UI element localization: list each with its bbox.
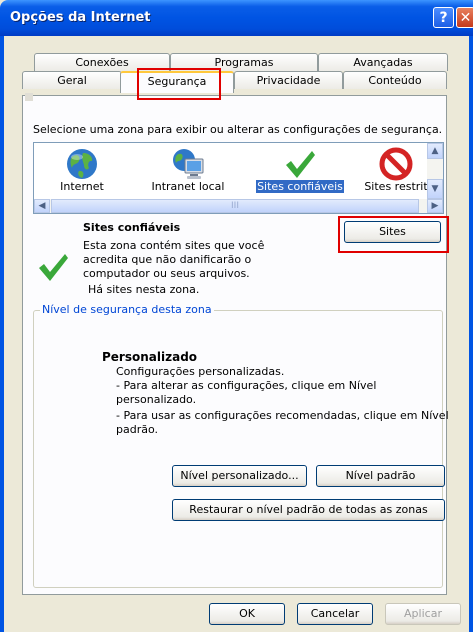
window-frame-right <box>469 36 473 632</box>
restore-all-zones-button[interactable]: Restaurar o nível padrão de todas as zon… <box>172 499 445 521</box>
button-label: Nível personalizado... <box>180 469 299 482</box>
checkmark-icon <box>286 151 315 178</box>
zone-list-horizontal-scrollbar[interactable]: ◀ III ▶ <box>34 199 443 213</box>
panel-marker <box>25 93 33 101</box>
button-label: Nível padrão <box>345 469 416 482</box>
security-level-group <box>33 310 443 588</box>
globe-icon <box>67 149 97 179</box>
sites-button[interactable]: Sites <box>344 221 441 243</box>
zone-title: Sites confiáveis <box>83 221 181 234</box>
level-description-line: padrão. <box>116 423 159 436</box>
button-label: Cancelar <box>310 607 360 620</box>
cancel-button[interactable]: Cancelar <box>297 603 373 625</box>
zone-description-line: acredita que não danificarão o <box>83 253 252 266</box>
tab-programas[interactable]: Programas <box>170 53 318 71</box>
zone-description-line: Há sites nesta zona. <box>88 283 200 296</box>
scroll-right-icon[interactable]: ▶ <box>427 199 443 213</box>
zone-instruction: Selecione uma zona para exibir ou altera… <box>33 123 443 136</box>
level-description-line: - Para alterar as configurações, clique … <box>116 379 377 392</box>
zone-label-selected: Sites confiáveis <box>256 180 344 193</box>
window-frame-left <box>0 36 4 632</box>
apply-button[interactable]: Aplicar <box>385 603 461 625</box>
zone-description-line: computador ou seus arquivos. <box>83 267 250 280</box>
zone-list[interactable]: Internet Intranet local Sites confiáveis <box>33 142 444 214</box>
computer-globe-icon <box>173 149 204 179</box>
tab-label: Geral <box>57 74 87 87</box>
internet-options-window: Opções da Internet ? ✕ Conexões Programa… <box>0 0 473 632</box>
tab-avancadas[interactable]: Avançadas <box>318 53 448 71</box>
scroll-left-icon[interactable]: ◀ <box>34 199 50 213</box>
tab-conteudo[interactable]: Conteúdo <box>343 71 447 89</box>
tab-label: Segurança <box>147 75 207 88</box>
button-label: Restaurar o nível padrão de todas as zon… <box>189 503 428 516</box>
help-button[interactable]: ? <box>433 7 454 28</box>
close-button[interactable]: ✕ <box>456 7 473 28</box>
scrollbar-thumb[interactable]: III <box>51 199 419 213</box>
restricted-icon <box>379 147 413 181</box>
default-level-button[interactable]: Nível padrão <box>316 465 445 487</box>
tab-geral[interactable]: Geral <box>22 71 122 89</box>
tab-seguranca[interactable]: Segurança <box>120 71 234 93</box>
tab-label: Programas <box>214 56 274 69</box>
zone-label: Intranet local <box>151 180 225 193</box>
zone-label: Internet <box>60 180 104 193</box>
custom-level-button[interactable]: Nível personalizado... <box>172 465 307 487</box>
tab-label: Conteúdo <box>368 74 422 87</box>
tab-label: Avançadas <box>353 56 413 69</box>
button-label: Sites <box>379 225 406 238</box>
zone-internet[interactable]: Internet <box>38 143 126 199</box>
level-description-line: - Para usar as configurações recomendada… <box>116 409 449 422</box>
title-bar[interactable]: Opções da Internet ? ✕ <box>0 0 473 36</box>
window-title: Opções da Internet <box>10 10 151 25</box>
tab-conexoes[interactable]: Conexões <box>34 53 170 71</box>
level-description-line: Configurações personalizadas. <box>116 365 285 378</box>
scroll-up-icon[interactable]: ▲ <box>427 143 443 159</box>
level-title: Personalizado <box>102 350 198 364</box>
button-label: Aplicar <box>404 607 442 620</box>
ok-button[interactable]: OK <box>209 603 285 625</box>
tab-label: Privacidade <box>256 74 321 87</box>
tab-privacidade[interactable]: Privacidade <box>234 71 343 89</box>
level-description-line: personalizado. <box>116 393 197 406</box>
zone-list-vertical-scrollbar[interactable]: ▲ ▼ <box>427 143 443 199</box>
zone-trusted-sites[interactable]: Sites confiáveis <box>256 143 344 199</box>
security-level-group-title: Nível de segurança desta zona <box>40 303 214 316</box>
checkmark-icon <box>39 254 68 281</box>
button-label: OK <box>239 607 255 620</box>
tab-label: Conexões <box>75 56 129 69</box>
zone-description-line: Esta zona contém sites que você <box>83 239 265 252</box>
zone-intranet[interactable]: Intranet local <box>144 143 232 199</box>
scroll-down-icon[interactable]: ▼ <box>427 179 443 199</box>
